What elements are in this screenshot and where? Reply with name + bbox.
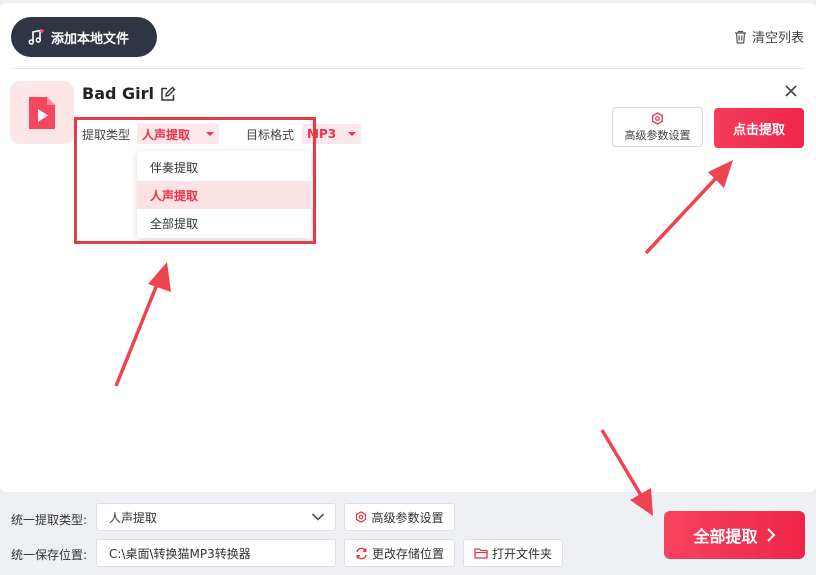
- advanced-settings-label: 高级参数设置: [624, 128, 691, 142]
- footer-advanced-settings-label: 高级参数设置: [371, 510, 444, 525]
- add-local-file-label: 添加本地文件: [51, 31, 130, 47]
- refresh-icon: [356, 547, 367, 559]
- open-folder-label: 打开文件夹: [491, 546, 552, 561]
- footer-advanced-settings-button[interactable]: 高级参数设置: [344, 503, 455, 531]
- video-play-icon: [29, 96, 55, 129]
- annotation-highlight-box: [74, 117, 316, 244]
- extract-all-label: 全部提取: [693, 527, 758, 546]
- file-list-panel: 添加本地文件 清空列表: [0, 3, 816, 492]
- chevron-right-icon: [766, 528, 775, 542]
- folder-icon: [474, 548, 488, 559]
- edit-icon[interactable]: [160, 86, 176, 102]
- extract-button[interactable]: 点击提取: [714, 108, 804, 148]
- music-note-plus-icon: [28, 29, 44, 45]
- divider: [11, 68, 804, 69]
- trash-icon: [734, 30, 746, 44]
- hexagon-gear-icon: [652, 111, 663, 125]
- open-folder-button[interactable]: 打开文件夹: [463, 539, 563, 567]
- unified-type-value: 人声提取: [109, 510, 158, 525]
- file-name-text: Bad Girl: [82, 84, 155, 103]
- caret-down-icon: [348, 132, 356, 136]
- add-local-file-button[interactable]: 添加本地文件: [11, 17, 157, 57]
- extract-label: 点击提取: [732, 122, 785, 138]
- file-name: Bad Girl: [82, 84, 176, 103]
- hexagon-gear-icon: [356, 511, 367, 523]
- clear-list-button[interactable]: 清空列表: [734, 27, 804, 46]
- clear-list-label: 清空列表: [751, 31, 804, 46]
- app-window: 添加本地文件 清空列表 Bad Girl 提取类型 人声提取 目标格式 MP3 …: [0, 0, 816, 575]
- close-icon[interactable]: [783, 83, 799, 99]
- extract-all-button[interactable]: 全部提取: [664, 511, 805, 559]
- change-path-button[interactable]: 更改存储位置: [344, 539, 455, 567]
- chevron-down-icon: [311, 513, 325, 521]
- save-path-field[interactable]: C:\桌面\转换猫MP3转换器: [96, 539, 336, 567]
- unified-type-label: 统一提取类型:: [11, 513, 88, 527]
- advanced-settings-button[interactable]: 高级参数设置: [612, 107, 703, 147]
- unified-type-select[interactable]: 人声提取: [96, 503, 336, 531]
- change-path-label: 更改存储位置: [371, 546, 444, 561]
- save-path-value: C:\桌面\转换猫MP3转换器: [109, 546, 251, 561]
- unified-path-label: 统一保存位置:: [11, 548, 88, 562]
- file-thumbnail: [10, 81, 74, 144]
